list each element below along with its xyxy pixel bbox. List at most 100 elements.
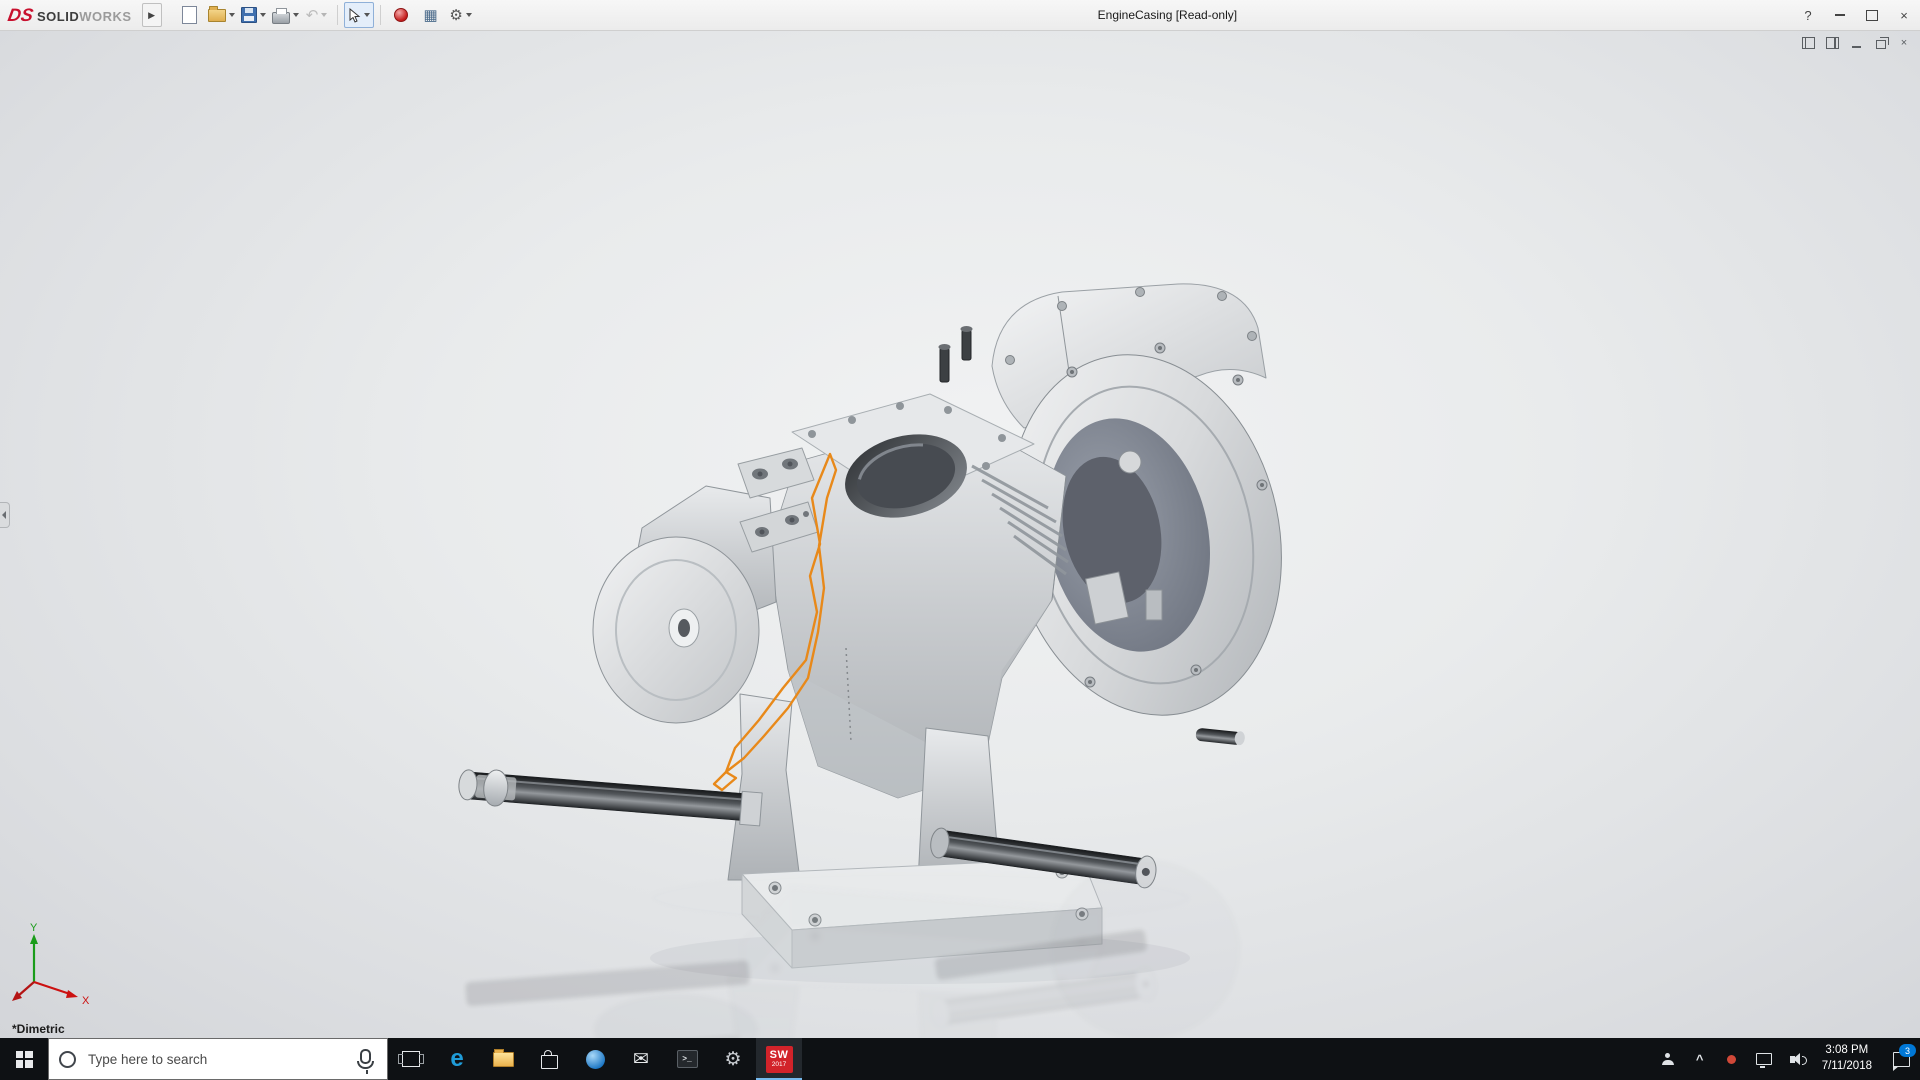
taskbar-item-store[interactable] [526, 1038, 572, 1080]
engine-casing-model[interactable] [0, 30, 1920, 1038]
document-restore-button[interactable] [1870, 34, 1890, 52]
sw-icon-text: SW [770, 1050, 789, 1061]
microphone-icon[interactable] [360, 1049, 371, 1064]
network-button[interactable] [1748, 1038, 1780, 1080]
select-tool-button[interactable] [344, 2, 374, 28]
edge-icon: e [450, 1047, 463, 1071]
network-monitor-icon [1756, 1053, 1772, 1065]
taskbar-item-edge[interactable]: e [434, 1038, 480, 1080]
triad-x-label: X [82, 995, 90, 1007]
solidworks-2017-icon: SW 2017 [766, 1046, 793, 1073]
taskbar-search[interactable] [48, 1038, 388, 1080]
cortana-icon [59, 1051, 76, 1068]
print-button[interactable] [270, 3, 301, 27]
print-icon [272, 12, 290, 24]
open-button[interactable] [206, 3, 237, 27]
document-window-controls: × [1798, 34, 1914, 52]
appearance-sphere-icon [394, 8, 408, 22]
mail-envelope-icon: ✉ [633, 1050, 649, 1069]
task-view-button[interactable] [388, 1038, 434, 1080]
windows-logo-icon [16, 1051, 33, 1068]
minimize-button[interactable] [1824, 0, 1856, 30]
maximize-icon [1866, 10, 1878, 21]
store-bag-icon [541, 1055, 558, 1069]
person-icon [1662, 1053, 1674, 1065]
gear-icon: ⚙ [449, 8, 462, 23]
options-button[interactable]: ⚙ [447, 3, 475, 27]
triad-y-label: Y [30, 922, 38, 934]
orientation-triad: Y X [6, 920, 102, 1012]
windows-taskbar: e ✉ >_ ⚙ SW 2017 [0, 1038, 1920, 1080]
taskbar-clock[interactable]: 3:08 PM 7/11/2018 [1812, 1038, 1882, 1080]
task-view-icon [402, 1051, 420, 1067]
clock-date: 7/11/2018 [1822, 1059, 1872, 1075]
close-button[interactable]: × [1888, 0, 1920, 30]
taskbar-item-mail[interactable]: ✉ [618, 1038, 664, 1080]
notification-count-badge: 3 [1899, 1044, 1916, 1057]
titlebar: DS SOLID WORKS ▶ ↶ [0, 0, 1920, 31]
open-folder-icon [208, 9, 226, 22]
toolbar-separator [337, 5, 338, 25]
show-right-pane-button[interactable] [1822, 34, 1842, 52]
chevron-down-icon [364, 13, 370, 17]
logo-text-solid: SOLID [37, 9, 79, 24]
taskbar-item-solidworks[interactable]: SW 2017 [756, 1038, 802, 1080]
help-button[interactable]: ? [1792, 0, 1824, 30]
undo-icon: ↶ [306, 8, 319, 23]
maximize-button[interactable] [1856, 0, 1888, 30]
tray-app-button[interactable] [1716, 1038, 1748, 1080]
taskbar-item-browser[interactable] [572, 1038, 618, 1080]
chevron-down-icon [260, 13, 266, 17]
menu-flyout-arrow-icon[interactable]: ▶ [142, 3, 162, 27]
undo-button[interactable]: ↶ [303, 3, 331, 27]
document-minimize-button[interactable] [1846, 34, 1866, 52]
window-controls: ? × [1792, 0, 1920, 30]
save-floppy-icon [241, 7, 257, 23]
people-button[interactable] [1652, 1038, 1684, 1080]
action-center-button[interactable]: 3 [1882, 1038, 1920, 1080]
chevron-up-icon: ^ [1696, 1053, 1704, 1066]
taskbar-item-settings[interactable]: ⚙ [710, 1038, 756, 1080]
show-left-pane-button[interactable] [1798, 34, 1818, 52]
taskbar-item-file-explorer[interactable] [480, 1038, 526, 1080]
gear-icon: ⚙ [724, 1050, 741, 1069]
search-input[interactable] [86, 1051, 354, 1068]
chevron-down-icon [466, 13, 472, 17]
solidworks-logo: DS SOLID WORKS [0, 5, 142, 26]
ds-logo-icon: DS [6, 5, 35, 26]
new-document-icon [182, 6, 197, 24]
hidden-icons-button[interactable]: ^ [1684, 1038, 1716, 1080]
sw-icon-year: 2017 [772, 1062, 786, 1069]
chevron-down-icon [321, 13, 327, 17]
tray-app-icon [1727, 1055, 1736, 1064]
select-cursor-icon [348, 8, 361, 23]
volume-button[interactable] [1780, 1038, 1812, 1080]
stub-shaft [1195, 727, 1245, 746]
file-explorer-icon [493, 1052, 514, 1067]
solidworks-app-window: DS SOLID WORKS ▶ ↶ [0, 0, 1920, 1080]
start-button[interactable] [0, 1038, 48, 1080]
save-button[interactable] [239, 3, 268, 27]
new-document-button[interactable] [176, 3, 204, 27]
floor-reflection [457, 860, 1313, 1038]
clock-time: 3:08 PM [1825, 1043, 1868, 1059]
bom-table-button[interactable]: ▦ [417, 3, 445, 27]
shaft-rod-front [457, 767, 762, 827]
appearance-button[interactable] [387, 3, 415, 27]
pane-left-icon [1802, 37, 1815, 49]
minimize-icon [1852, 46, 1861, 48]
restore-icon [1876, 40, 1886, 49]
system-tray: ^ 3:08 PM 7/11/2018 3 [1652, 1038, 1920, 1080]
document-title: EngineCasing [Read-only] [1098, 8, 1237, 22]
table-grid-icon: ▦ [424, 8, 438, 23]
pane-right-icon [1826, 37, 1839, 49]
browser-globe-icon [586, 1050, 605, 1069]
graphics-area[interactable]: × [0, 30, 1920, 1038]
toolbar-separator [380, 5, 381, 25]
chevron-down-icon [293, 13, 299, 17]
document-close-button[interactable]: × [1894, 34, 1914, 52]
taskbar-item-command-prompt[interactable]: >_ [664, 1038, 710, 1080]
minimize-icon [1835, 14, 1845, 16]
chevron-down-icon [229, 13, 235, 17]
speaker-icon [1790, 1056, 1795, 1063]
